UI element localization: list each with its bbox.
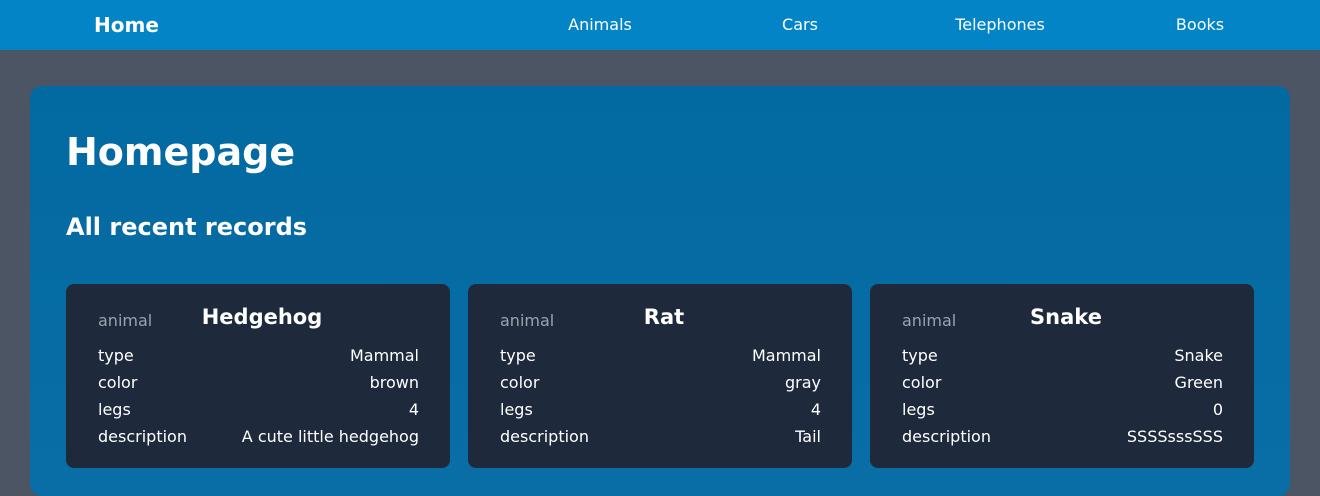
field-value: Mammal	[349, 346, 419, 365]
record-field: type Mammal	[500, 346, 821, 368]
field-value: gray	[784, 373, 821, 392]
field-value: Mammal	[751, 346, 821, 365]
field-key: description	[500, 427, 589, 446]
record-field: color Green	[902, 373, 1223, 395]
record-field: color brown	[98, 373, 419, 395]
nav-link-animals[interactable]: Animals	[535, 15, 665, 34]
field-value: Green	[1174, 373, 1223, 392]
field-key: type	[500, 346, 536, 365]
page-title: Homepage	[66, 130, 296, 174]
field-key: legs	[902, 400, 935, 419]
record-name: Snake	[1030, 305, 1102, 329]
top-navbar: Home Animals Cars Telephones Books	[0, 0, 1320, 50]
record-name: Rat	[643, 305, 685, 329]
field-key: description	[98, 427, 187, 446]
field-value: 4	[810, 400, 821, 419]
field-key: type	[902, 346, 938, 365]
field-value: Snake	[1174, 346, 1223, 365]
record-kind: animal	[98, 311, 153, 330]
field-key: legs	[98, 400, 131, 419]
record-kind: animal	[902, 311, 957, 330]
record-field: color gray	[500, 373, 821, 395]
field-value: A cute little hedgehog	[241, 427, 419, 446]
nav-home-link[interactable]: Home	[94, 13, 159, 37]
field-value: brown	[369, 373, 419, 392]
field-value: SSSSsssSSS	[1126, 427, 1223, 446]
field-value: 4	[408, 400, 419, 419]
record-field: type Snake	[902, 346, 1223, 368]
record-name: Hedgehog	[201, 305, 323, 329]
record-card[interactable]: animal Rat type Mammal color gray legs 4…	[468, 284, 852, 468]
field-key: description	[902, 427, 991, 446]
nav-link-books[interactable]: Books	[1135, 15, 1265, 34]
main-panel: Homepage All recent records animal Hedge…	[30, 86, 1290, 496]
record-card[interactable]: animal Hedgehog type Mammal color brown …	[66, 284, 450, 468]
field-value: Tail	[795, 427, 821, 446]
nav-link-cars[interactable]: Cars	[735, 15, 865, 34]
record-field: description Tail	[500, 427, 821, 449]
record-field: description SSSSsssSSS	[902, 427, 1223, 449]
field-key: legs	[500, 400, 533, 419]
record-field: description A cute little hedgehog	[98, 427, 419, 449]
field-key: color	[500, 373, 540, 392]
record-field: legs 0	[902, 400, 1223, 422]
field-key: color	[902, 373, 942, 392]
record-field: legs 4	[500, 400, 821, 422]
section-title: All recent records	[66, 213, 308, 241]
record-card[interactable]: animal Snake type Snake color Green legs…	[870, 284, 1254, 468]
field-value: 0	[1212, 400, 1223, 419]
field-key: color	[98, 373, 138, 392]
field-key: type	[98, 346, 134, 365]
nav-link-telephones[interactable]: Telephones	[935, 15, 1065, 34]
record-kind: animal	[500, 311, 555, 330]
record-field: type Mammal	[98, 346, 419, 368]
record-field: legs 4	[98, 400, 419, 422]
